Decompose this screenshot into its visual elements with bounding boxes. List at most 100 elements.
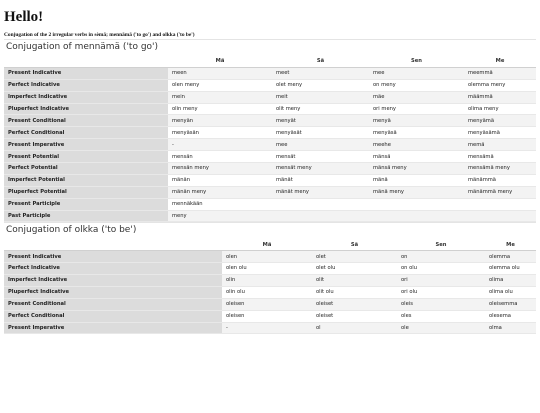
table-title: Conjugation of olkka ('to be') <box>4 222 536 239</box>
table-cell: ori meny <box>369 103 464 116</box>
table-cell: meehe <box>369 138 464 152</box>
table-row: Perfect Conditional oleisen oleiset oles ole… <box>4 310 536 323</box>
table-cell: mensämä meny <box>464 162 536 175</box>
table-cell: olin meny <box>168 103 272 116</box>
row-label: Imperfect Indicative <box>4 91 168 104</box>
row-label: Pluperfect Indicative <box>4 103 168 116</box>
row-label: Present Potential <box>4 150 168 164</box>
column-header: Sen <box>397 239 485 252</box>
table-cell: olen <box>222 250 312 264</box>
header-corner-cell <box>4 239 222 252</box>
table-cell: olin olu <box>222 286 312 299</box>
table-cell <box>369 198 464 211</box>
table-cell: ori olu <box>397 286 485 299</box>
table-row: Perfect Potential mensän meny mensät meny m… <box>4 162 536 175</box>
conjugation-table: Mä Sä Sen Me Present Indicative meen meet mee me… <box>4 56 536 223</box>
table-cell: olet <box>312 250 397 264</box>
table-cell: mänämmä <box>464 174 536 187</box>
table-cell: meit <box>272 91 369 104</box>
row-label: Past Participle <box>4 210 168 223</box>
table-cell: mänsä <box>369 150 464 164</box>
table-row: Imperfect Indicative olin olit ori olima <box>4 274 536 287</box>
table-cell: oleisen <box>222 298 312 311</box>
column-header: Mä <box>222 239 312 252</box>
table-header-row: Mä Sä Sen Me <box>4 56 536 68</box>
row-label: Pluperfect Indicative <box>4 286 222 299</box>
table-cell <box>464 198 536 211</box>
table-cell: mänät <box>272 174 369 187</box>
table-cell: on <box>397 250 485 264</box>
table-cell: mennäkään <box>168 198 272 211</box>
table-cell: menyäsän <box>168 126 272 140</box>
table-cell: olit olu <box>312 286 397 299</box>
table-cell: mein <box>168 91 272 104</box>
table-cell: olit meny <box>272 103 369 116</box>
table-cell: meen <box>168 67 272 80</box>
table-cell: mensän <box>168 150 272 164</box>
table-row: Present Indicative meen meet mee meemmä <box>4 67 536 80</box>
table-cell: mänät meny <box>272 186 369 199</box>
table-cell: mänä meny <box>369 186 464 199</box>
table-cell: ori <box>397 274 485 287</box>
row-label: Present Participle <box>4 198 168 211</box>
table-cell: mänsä meny <box>369 162 464 175</box>
table-row: Present Conditional oleisen oleiset oleis ol… <box>4 298 536 311</box>
table-cell: ol <box>312 322 397 335</box>
table-row: Perfect Conditional menyäsän menyäsät menyä… <box>4 126 536 140</box>
column-header: Sä <box>272 56 369 68</box>
table-cell: mänä <box>369 174 464 187</box>
table-cell: olet olu <box>312 262 397 275</box>
table-cell: oleisemma <box>485 298 536 311</box>
page-title: Hello! <box>4 9 44 25</box>
table-cell: on meny <box>369 79 464 92</box>
table-row: Present Imperative - ol ole olma <box>4 322 536 335</box>
table-cell: meet <box>272 67 369 80</box>
row-label: Pluperfect Potential <box>4 186 168 199</box>
table-cell: oleisen <box>222 310 312 323</box>
table-cell: olima <box>485 274 536 287</box>
table-cell: mäe <box>369 91 464 104</box>
table-cell: mee <box>369 67 464 80</box>
table-row: Perfect Indicative olen meny olet meny on m… <box>4 79 536 92</box>
row-label: Perfect Indicative <box>4 79 168 92</box>
table-title: Conjugation of mennämä ('to go') <box>4 39 536 56</box>
table-cell: ole <box>397 322 485 335</box>
column-header: Sen <box>369 56 464 68</box>
row-label: Present Conditional <box>4 298 222 311</box>
table-cell: mänän <box>168 174 272 187</box>
table-row: Present Conditional menyän menyät menyä meny… <box>4 114 536 128</box>
table-cell <box>272 210 369 223</box>
row-label: Present Indicative <box>4 250 222 264</box>
table-cell: mänämmä meny <box>464 186 536 199</box>
table-row: Present Participle mennäkään <box>4 198 536 211</box>
table-cell: olemma meny <box>464 79 536 92</box>
column-header: Me <box>464 56 536 68</box>
row-label: Present Imperative <box>4 138 168 152</box>
table-cell: mee <box>272 138 369 152</box>
row-label: Perfect Conditional <box>4 126 168 140</box>
table-cell <box>272 198 369 211</box>
table-cell: menyämä <box>464 114 536 128</box>
table-cell: meny <box>168 210 272 223</box>
conjugation-table: Mä Sä Sen Me Present Indicative olen olet on ole… <box>4 239 536 335</box>
table-cell: olemma <box>485 250 536 264</box>
table-row: Present Imperative - mee meehe memä <box>4 138 536 152</box>
row-label: Perfect Indicative <box>4 262 222 275</box>
table-row: Pluperfect Potential mänän meny mänät meny… <box>4 186 536 199</box>
table-cell: olet meny <box>272 79 369 92</box>
table-cell: olen meny <box>168 79 272 92</box>
table-cell <box>464 210 536 223</box>
table-cell: memä <box>464 138 536 152</box>
row-label: Imperfect Indicative <box>4 274 222 287</box>
table-cell: olesema <box>485 310 536 323</box>
table-cell: olin <box>222 274 312 287</box>
table-cell: meemmä <box>464 67 536 80</box>
table-cell: oles <box>397 310 485 323</box>
column-header: Sä <box>312 239 397 252</box>
table-row: Pluperfect Indicative olin meny olit meny o… <box>4 103 536 116</box>
intro-text: Conjugation of the 2 irregular verbs in … <box>4 32 195 38</box>
column-header: Mä <box>168 56 272 68</box>
table-cell: mensämä <box>464 150 536 164</box>
table-cell: oleiset <box>312 298 397 311</box>
table-cell: menyäsämä <box>464 126 536 140</box>
